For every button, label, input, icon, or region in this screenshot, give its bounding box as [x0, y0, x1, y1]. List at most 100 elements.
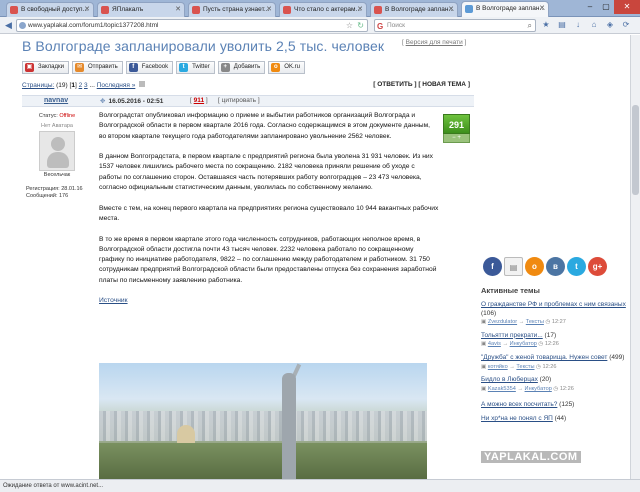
- tab-favicon-icon: [10, 6, 18, 14]
- topic-meta: ▣ Kazak5354 → Инкубатор ◷ 12:26: [481, 385, 574, 392]
- share-facebook-button[interactable]: f Facebook: [125, 61, 174, 74]
- scrollbar-thumb[interactable]: [632, 105, 639, 195]
- close-tab-icon[interactable]: ✕: [539, 2, 545, 16]
- author-meta: Регистрация: 28.01.16 Сообщений: 176: [26, 186, 83, 199]
- close-tab-icon[interactable]: ✕: [175, 3, 181, 17]
- close-tab-icon[interactable]: ✕: [357, 3, 363, 17]
- avatar: [39, 131, 75, 171]
- sidebar: f ▤ o в t g+ Активные темы О гражданстве…: [481, 257, 628, 429]
- avatar-head: [51, 137, 65, 151]
- vk-icon[interactable]: в: [546, 257, 565, 276]
- pin-icon: ✥: [100, 98, 106, 105]
- topic-link[interactable]: А можно всех посчитать?: [481, 401, 557, 408]
- topic-link[interactable]: О гражданстве РФ и проблемах с ним связа…: [481, 301, 626, 308]
- close-window-icon[interactable]: ✕: [614, 0, 640, 14]
- photo-trees: [99, 443, 427, 479]
- list-item: Бидло в Люберцах (20) ▣ Kazak5354 → Инку…: [481, 376, 628, 393]
- reload-icon[interactable]: ↻: [357, 20, 364, 31]
- toolbar-icons: ★ ▤ ↓ ⌂ ◈ ⟳ ≡: [540, 19, 640, 31]
- browser-tab-6-active[interactable]: В Волгограде заплан... ✕: [461, 1, 549, 17]
- pages-label-link[interactable]: Страницы:: [22, 82, 54, 89]
- topic-link[interactable]: Ни хр*на не понял с ЯП: [481, 415, 553, 422]
- page-link-3[interactable]: 3: [84, 82, 88, 89]
- minimize-icon[interactable]: –: [582, 0, 598, 14]
- tab-favicon-icon: [101, 6, 109, 14]
- back-icon[interactable]: ◀: [2, 19, 15, 32]
- browser-tab-2[interactable]: ЯПлакалъ ✕: [97, 2, 185, 17]
- list-item: Ни хр*на не понял с ЯП (44): [481, 414, 567, 422]
- reply-button[interactable]: ОТВЕТИТЬ: [377, 81, 412, 88]
- close-tab-icon[interactable]: ✕: [84, 3, 90, 17]
- rating-vote-icon[interactable]: − +: [443, 134, 470, 143]
- close-tab-icon[interactable]: ✕: [448, 3, 454, 17]
- share-twitter-button[interactable]: t Twitter: [176, 61, 215, 74]
- bookmarks-icon[interactable]: ★: [540, 19, 552, 31]
- no-avatar-label: Нет Аватара: [41, 123, 73, 129]
- page-jump-icon[interactable]: [139, 81, 146, 87]
- current-page: 1: [71, 82, 75, 89]
- list-item: О гражданстве РФ и проблемах с ним связа…: [481, 301, 628, 327]
- tab-favicon-icon: [465, 5, 473, 13]
- quote-link[interactable]: [ цитировать ]: [218, 97, 260, 104]
- pagination: Страницы: (19) [1] 2 3 ... Последняя » […: [22, 81, 474, 89]
- globe-icon: [19, 22, 26, 29]
- topic-meta: ▣ Zvezdulator → Тексты ◷ 12:27: [481, 319, 566, 326]
- browser-tab-1[interactable]: В свободный доступ... ✕: [6, 2, 94, 17]
- share-add-button[interactable]: + Добавить: [217, 61, 266, 74]
- addon-icon[interactable]: ◈: [604, 19, 616, 31]
- topic-meta: ▣ 4avis → Инкубатор ◷ 12:26: [481, 341, 559, 348]
- author-rank: Весельчак: [43, 172, 71, 178]
- share-bookmarks-button[interactable]: ▣ Закладки: [22, 61, 69, 74]
- menu-icon[interactable]: ≡: [636, 19, 640, 31]
- close-tab-icon[interactable]: ✕: [266, 3, 272, 17]
- list-item: А можно всех посчитать? (125): [481, 401, 575, 409]
- post-paragraph: В данном Волгоградстата, в первом кварта…: [99, 153, 433, 192]
- maximize-icon[interactable]: ▢: [598, 0, 614, 14]
- topic-link[interactable]: Тольятти прекрати...: [481, 332, 543, 339]
- photo-statue: [282, 373, 296, 479]
- google-plus-icon[interactable]: g+: [588, 257, 607, 276]
- share-send-button[interactable]: ✉ Отправить: [71, 61, 123, 74]
- mail-icon: ✉: [74, 63, 84, 72]
- print-version-link[interactable]: [ Версия для печати ]: [402, 39, 466, 46]
- twitter-icon: t: [179, 63, 189, 72]
- browser-tab-5[interactable]: В Волгограде заплан... ✕: [370, 2, 458, 17]
- browser-tab-3[interactable]: Пусть страна узнает... ✕: [188, 2, 276, 17]
- last-page-link[interactable]: Последняя »: [97, 82, 136, 89]
- download-icon[interactable]: ↓: [572, 19, 584, 31]
- topic-link[interactable]: Бидло в Люберцах: [481, 376, 538, 383]
- topic-actions: [ ОТВЕТИТЬ ] [ НОВАЯ ТЕМА ]: [373, 81, 470, 88]
- library-icon[interactable]: ▤: [556, 19, 568, 31]
- bookmark-star-icon[interactable]: ☆: [346, 20, 353, 31]
- page-link-2[interactable]: 2: [79, 82, 83, 89]
- browser-tab-4[interactable]: Что стало с актерам... ✕: [279, 2, 367, 17]
- social-icons: f ▤ o в t g+: [483, 257, 628, 276]
- sync-icon[interactable]: ⟳: [620, 19, 632, 31]
- browser-nav-bar: ◀ www.yaplakal.com/forum1/topic1377208.h…: [0, 17, 640, 34]
- topic-link[interactable]: "Дружба" с женой товарища. Нужен совет: [481, 354, 607, 361]
- topic-meta: ▣ котяйко → Тексты ◷ 12:26: [481, 363, 557, 370]
- new-topic-button[interactable]: НОВАЯ ТЕМА: [422, 81, 466, 88]
- share-ok-button[interactable]: o OK.ru: [268, 61, 305, 74]
- search-input[interactable]: G Поиск ⌕: [374, 19, 536, 32]
- source-link[interactable]: Источник: [99, 297, 128, 304]
- facebook-icon: f: [128, 63, 138, 72]
- author-status: Статус: Offline: [38, 113, 76, 119]
- twitter-icon[interactable]: t: [567, 257, 586, 276]
- share-buttons: ▣ Закладки ✉ Отправить f Facebook t Twitter …: [22, 61, 305, 74]
- post-body: Волгоградстат опубликовал информацию о п…: [99, 111, 439, 317]
- document-icon[interactable]: ▤: [504, 257, 523, 276]
- rating-value: 291: [443, 114, 470, 134]
- search-engine-icon[interactable]: G: [377, 21, 383, 32]
- page-scrollbar[interactable]: [630, 35, 640, 479]
- facebook-icon[interactable]: f: [483, 257, 502, 276]
- page-content: В Волгограде запланировали уволить 2,5 т…: [0, 35, 630, 479]
- address-bar[interactable]: www.yaplakal.com/forum1/topic1377208.htm…: [16, 19, 368, 32]
- photo-cityscape: [99, 411, 427, 441]
- odnoklassniki-icon[interactable]: o: [525, 257, 544, 276]
- add-icon: +: [220, 63, 230, 72]
- search-icon[interactable]: ⌕: [528, 20, 532, 31]
- tab-favicon-icon: [374, 6, 382, 14]
- post-author[interactable]: navnav: [44, 97, 68, 104]
- home-icon[interactable]: ⌂: [588, 19, 600, 31]
